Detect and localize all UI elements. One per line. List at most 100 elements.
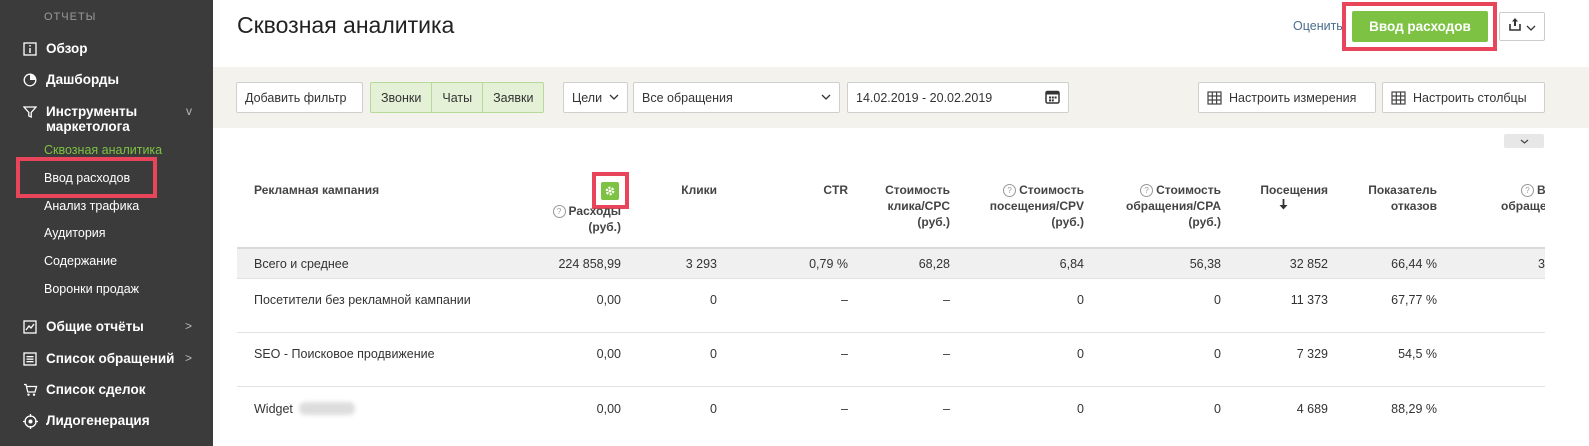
column-header-requests-cut[interactable]: ? В: [1521, 182, 1545, 198]
blurred-text: [298, 402, 355, 415]
column-header-cpa[interactable]: ? Стоимость обращения/CPA (руб.): [1110, 182, 1221, 230]
cell-clicks: 0: [710, 402, 717, 416]
header-line: Показатель: [1368, 183, 1437, 197]
help-icon[interactable]: ?: [1003, 184, 1017, 197]
chevron-right-icon: >: [184, 351, 192, 365]
header-line: Посещения: [1260, 183, 1328, 197]
sidebar-item-marketing-tools[interactable]: Инструменты маркетолога v: [22, 104, 192, 134]
sidebar: ОТЧЕТЫ Обзор Дашборды Инструменты маркет…: [0, 0, 213, 446]
cell-requests-cut: 3: [1538, 257, 1545, 271]
row-divider: [237, 278, 1545, 279]
cell-cpv: 0: [1077, 402, 1084, 416]
sidebar-item-general-reports[interactable]: Общие отчёты >: [22, 319, 192, 335]
sidebar-item-label: Инструменты маркетолога: [46, 104, 138, 134]
segment-calls[interactable]: Звонки: [371, 83, 433, 112]
cell-cpc: 68,28: [918, 257, 950, 271]
cell-expenses: 224 858,99: [558, 257, 621, 271]
header-line: отказов: [1390, 199, 1437, 213]
add-filter-button[interactable]: Добавить фильтр: [236, 82, 363, 113]
sidebar-subitem-content[interactable]: Содержание: [44, 254, 117, 268]
sidebar-item-label: Лидогенерация: [46, 413, 150, 428]
column-header-visits[interactable]: Посещения: [1235, 182, 1328, 214]
help-icon[interactable]: ?: [1140, 184, 1154, 197]
cell-clicks: 0: [710, 293, 717, 307]
configure-dimensions-button[interactable]: Настроить измерения: [1198, 82, 1376, 113]
expense-input-button[interactable]: Ввод расходов: [1352, 11, 1488, 42]
cell-ctr: 0,79 %: [809, 257, 848, 271]
sort-desc-icon[interactable]: [1235, 198, 1328, 214]
cell-cpc: –: [943, 347, 950, 361]
cell-ctr: –: [841, 402, 848, 416]
header-line: Стоимость: [1019, 183, 1084, 197]
page-title: Сквозная аналитика: [237, 12, 455, 38]
cell-expenses: 0,00: [596, 402, 621, 416]
sidebar-item-label: Список обращений: [46, 351, 175, 366]
cell-visits: 7 329: [1296, 347, 1328, 361]
chart-icon: [22, 319, 38, 335]
cell-campaign: Посетители без рекламной кампании: [254, 293, 471, 307]
column-header-requests-cut-line2: обраще: [1501, 199, 1545, 213]
campaign-name: Widget: [254, 402, 293, 416]
column-header-expenses[interactable]: ? Расходы (руб.): [520, 203, 621, 235]
export-button[interactable]: [1499, 12, 1545, 41]
columns-icon: [1391, 90, 1406, 105]
collapse-toggle[interactable]: [1504, 134, 1544, 148]
segment-chats[interactable]: Чаты: [432, 83, 484, 112]
calendar-icon[interactable]: [1045, 89, 1060, 107]
header-line: (руб.): [917, 215, 950, 229]
segment-requests[interactable]: Заявки: [483, 83, 543, 112]
goals-dropdown[interactable]: Цели: [563, 82, 628, 113]
sidebar-subitem-sales-funnels[interactable]: Воронки продаж: [44, 282, 139, 296]
header-line: В: [1537, 183, 1545, 197]
cart-icon: [22, 382, 38, 398]
cell-cpa: 0: [1214, 347, 1221, 361]
header-line: Расходы: [568, 204, 621, 218]
info-icon: [22, 41, 38, 57]
cell-cpc: –: [943, 293, 950, 307]
date-range-input[interactable]: 14.02.2019 - 20.02.2019: [847, 82, 1069, 113]
sidebar-item-lead-generation[interactable]: Лидогенерация: [22, 413, 202, 429]
header-line: (руб.): [588, 220, 621, 234]
cell-ctr: –: [841, 347, 848, 361]
configure-dimensions-label: Настроить измерения: [1229, 90, 1357, 105]
cell-visits: 11 373: [1290, 293, 1328, 307]
column-header-cpv[interactable]: ? Стоимость посещения/CPV (руб.): [975, 182, 1084, 230]
columns-icon: [1207, 90, 1222, 105]
column-header-ctr[interactable]: CTR: [770, 182, 848, 198]
sidebar-subitem-end-to-end-analytics[interactable]: Сквозная аналитика: [44, 143, 162, 157]
cell-bounce-rate: 54,5 %: [1398, 347, 1437, 361]
requests-label: Все обращения: [642, 90, 733, 105]
configure-columns-button[interactable]: Настроить столбцы: [1382, 82, 1545, 113]
column-header-bounce-rate[interactable]: Показатель отказов: [1340, 182, 1437, 214]
cell-cpa: 0: [1214, 293, 1221, 307]
help-icon[interactable]: ?: [552, 205, 566, 218]
sidebar-subitem-audience[interactable]: Аудитория: [44, 226, 106, 240]
sidebar-item-overview[interactable]: Обзор: [22, 41, 202, 57]
header-line: клика/CPC: [887, 199, 950, 213]
list-icon: [22, 351, 38, 367]
configure-columns-label: Настроить столбцы: [1413, 90, 1527, 105]
sidebar-subitem-traffic-analysis[interactable]: Анализ трафика: [44, 199, 139, 213]
row-divider: [237, 332, 1545, 333]
cell-expenses: 0,00: [596, 293, 621, 307]
sidebar-item-deals-list[interactable]: Список сделок: [22, 382, 202, 398]
sidebar-item-requests-list[interactable]: Список обращений >: [22, 351, 192, 367]
help-icon[interactable]: ?: [1521, 184, 1534, 197]
column-header-campaign[interactable]: Рекламная кампания: [254, 182, 379, 198]
cell-clicks: 0: [710, 347, 717, 361]
rate-link[interactable]: Оценить: [1293, 19, 1343, 33]
segment-group: Звонки Чаты Заявки: [370, 82, 545, 113]
column-header-clicks[interactable]: Клики: [640, 182, 717, 198]
date-range-value: 14.02.2019 - 20.02.2019: [856, 90, 993, 105]
sidebar-item-dashboards[interactable]: Дашборды: [22, 72, 202, 88]
cell-cpv: 0: [1077, 347, 1084, 361]
cell-campaign: Всего и среднее: [254, 257, 349, 271]
header-line: Стоимость: [1156, 183, 1221, 197]
column-header-cpc[interactable]: Стоимость клика/CPC (руб.): [850, 182, 950, 230]
cell-bounce-rate: 88,29 %: [1391, 402, 1437, 416]
requests-dropdown[interactable]: Все обращения: [633, 82, 840, 113]
sidebar-item-label: Общие отчёты: [46, 319, 144, 334]
row-divider: [237, 386, 1545, 387]
header-line: Стоимость: [885, 183, 950, 197]
cell-cpv: 0: [1077, 293, 1084, 307]
